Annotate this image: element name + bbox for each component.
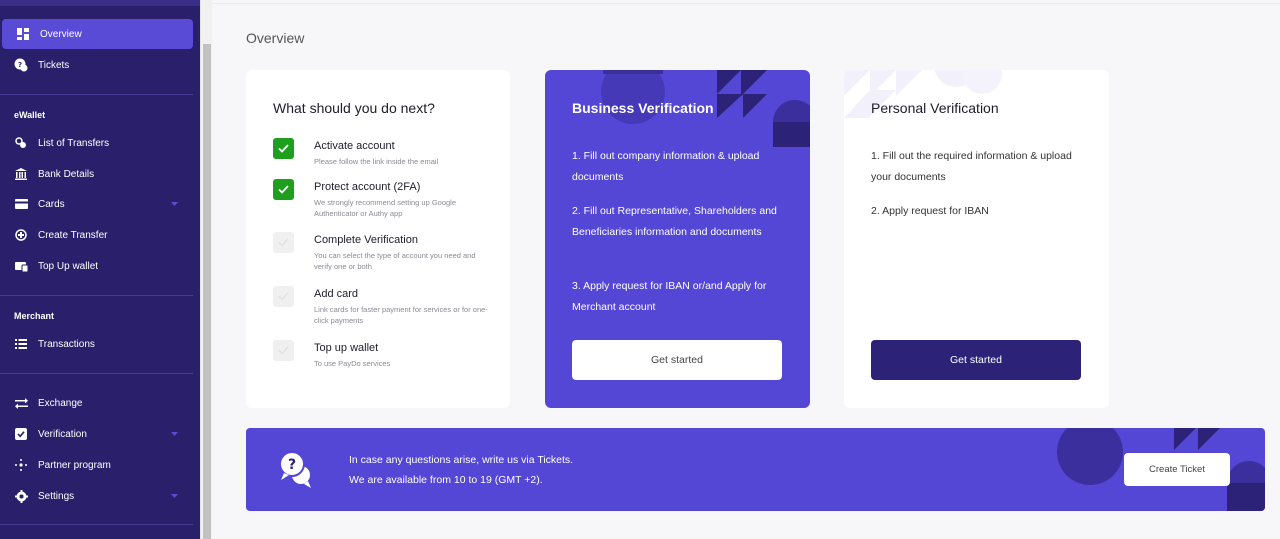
chevron-down-icon <box>170 430 178 438</box>
scrollbar-thumb[interactable] <box>203 44 211 539</box>
banner-line-1: In case any questions arise, write us vi… <box>349 454 574 466</box>
task-subtitle: To use PayDo services <box>314 359 391 368</box>
page-title: Overview <box>246 30 305 46</box>
top-divider <box>212 3 1280 4</box>
task-title: Complete Verification <box>314 234 418 246</box>
sidebar-item-partner-program[interactable]: Partner program <box>0 450 200 480</box>
sidebar-item-label: Top Up wallet <box>38 260 99 272</box>
sidebar-item-overview[interactable]: Overview <box>2 19 193 49</box>
sidebar-divider <box>0 373 193 374</box>
sidebar-item-label: Tickets <box>38 59 70 71</box>
sidebar-item-list-of-transfers[interactable]: List of Transfers <box>0 128 200 158</box>
sidebar-top-strip <box>0 0 200 6</box>
verification-icon <box>14 427 28 441</box>
business-verification-card: Business Verification 1. Fill out compan… <box>545 70 810 408</box>
step-text: 1. Fill out company information & upload… <box>572 150 760 183</box>
card-title: Business Verification <box>572 100 714 116</box>
sidebar-item-create-transfer[interactable]: Create Transfer <box>0 220 200 250</box>
business-get-started-button[interactable]: Get started <box>572 340 782 380</box>
task-title: Activate account <box>314 140 395 152</box>
sidebar-scrollbar[interactable] <box>200 0 212 539</box>
svg-text:?: ? <box>288 457 296 473</box>
top-up-icon <box>14 259 28 273</box>
checkbox-checked[interactable] <box>273 138 294 159</box>
partner-icon <box>14 458 28 472</box>
sidebar-item-bank-details[interactable]: Bank Details <box>0 159 200 189</box>
chevron-down-icon <box>170 200 178 208</box>
sidebar-item-label: Exchange <box>38 397 83 409</box>
sidebar-divider <box>0 295 193 296</box>
next-steps-card: What should you do next? Activate accoun… <box>246 70 510 408</box>
card-title: What should you do next? <box>273 100 435 116</box>
section-label-ewallet: eWallet <box>14 110 46 120</box>
sidebar-item-tickets[interactable]: ? Tickets <box>0 50 200 80</box>
bank-icon <box>14 167 28 181</box>
sidebar-item-label: Cards <box>38 198 65 210</box>
sidebar-item-verification[interactable]: Verification <box>0 419 200 449</box>
main-content: Overview What should you do next? Activa… <box>212 0 1280 539</box>
checkbox-unchecked[interactable] <box>273 232 294 253</box>
banner-line-2: We are available from 10 to 19 (GMT +2). <box>349 474 543 486</box>
help-chat-icon: ? <box>14 58 28 72</box>
sidebar-item-label: Settings <box>38 490 75 502</box>
help-chat-icon: ? <box>278 451 318 491</box>
task-title: Top up wallet <box>314 342 379 354</box>
step-text: 1. Fill out the required information & u… <box>871 150 1072 183</box>
task-title: Add card <box>314 288 359 300</box>
sidebar-divider <box>0 94 193 95</box>
svg-text:?: ? <box>18 61 22 69</box>
transfers-icon <box>14 136 28 150</box>
sidebar-item-label: Verification <box>38 428 87 440</box>
dashboard-icon <box>16 27 30 41</box>
gear-icon <box>14 489 28 503</box>
step-text: 2. Fill out Representative, Shareholders… <box>572 205 777 238</box>
support-banner: ? In case any questions arise, write us … <box>246 428 1265 511</box>
chevron-down-icon <box>170 492 178 500</box>
sidebar-item-label: Overview <box>40 28 82 40</box>
checkbox-unchecked[interactable] <box>273 286 294 307</box>
sidebar-item-transactions[interactable]: Transactions <box>0 329 200 359</box>
card-title: Personal Verification <box>871 100 999 116</box>
sidebar-item-settings[interactable]: Settings <box>0 481 200 511</box>
decorative-shapes <box>1057 428 1265 511</box>
checkbox-checked[interactable] <box>273 179 294 200</box>
sidebar-item-cards[interactable]: Cards <box>0 189 200 219</box>
task-subtitle: Please follow the link inside the email <box>314 157 439 166</box>
section-label-merchant: Merchant <box>14 311 55 321</box>
step-text: 3. Apply request for IBAN or/and Apply f… <box>572 280 767 313</box>
card-icon <box>14 197 28 211</box>
sidebar-item-label: Transactions <box>38 338 95 350</box>
sidebar-item-label: Create Transfer <box>38 229 108 241</box>
list-icon <box>14 337 28 351</box>
task-subtitle: You can select the type of account you n… <box>314 251 476 271</box>
sidebar-item-exchange[interactable]: Exchange <box>0 388 200 418</box>
task-subtitle: We strongly recommend setting up Google … <box>314 198 457 218</box>
sidebar-item-top-up-wallet[interactable]: Top Up wallet <box>0 251 200 281</box>
sidebar-item-label: Bank Details <box>38 168 95 180</box>
sidebar-item-label: List of Transfers <box>38 137 110 149</box>
sidebar-divider <box>0 524 193 525</box>
sidebar-item-label: Partner program <box>38 459 111 471</box>
exchange-icon <box>14 396 28 410</box>
personal-verification-card: Personal Verification 1. Fill out the re… <box>844 70 1109 408</box>
task-title: Protect account (2FA) <box>314 181 421 193</box>
task-subtitle: Link cards for faster payment for servic… <box>314 305 488 325</box>
create-transfer-icon <box>14 228 28 242</box>
create-ticket-button[interactable]: Create Ticket <box>1124 453 1230 486</box>
step-text: 2. Apply request for IBAN <box>871 205 989 217</box>
personal-get-started-button[interactable]: Get started <box>871 340 1081 380</box>
sidebar: Overview ? Tickets eWallet List of Trans… <box>0 0 200 539</box>
checkbox-unchecked[interactable] <box>273 340 294 361</box>
